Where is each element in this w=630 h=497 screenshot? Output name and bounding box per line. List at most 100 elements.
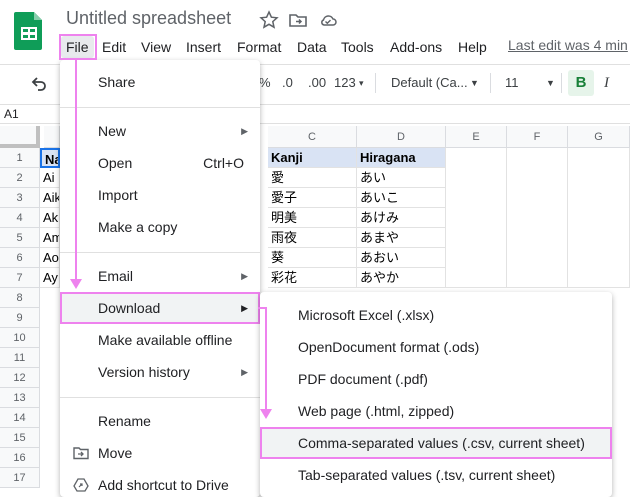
menu-item-add-shortcut[interactable]: Add shortcut to Drive bbox=[60, 469, 260, 497]
menu-item-open[interactable]: Open Ctrl+O bbox=[60, 147, 260, 179]
empty-cells[interactable] bbox=[507, 148, 568, 288]
menu-view[interactable]: View bbox=[136, 36, 176, 58]
menu-item-label: Open bbox=[98, 155, 133, 171]
row-header[interactable]: 15 bbox=[0, 428, 40, 448]
font-family-select[interactable]: Default (Ca... bbox=[391, 65, 468, 101]
menu-tools[interactable]: Tools bbox=[336, 36, 379, 58]
empty-cells[interactable] bbox=[446, 148, 507, 288]
font-dropdown-icon[interactable]: ▼ bbox=[470, 65, 479, 101]
row-header[interactable]: 4 bbox=[0, 208, 40, 228]
menu-item-share[interactable]: Share bbox=[60, 66, 260, 98]
column-header-d[interactable]: D bbox=[357, 126, 446, 148]
name-box[interactable]: A1 bbox=[4, 107, 19, 121]
bold-button[interactable]: B bbox=[568, 70, 594, 96]
cell[interactable]: Ai bbox=[40, 168, 60, 188]
row-header[interactable]: 16 bbox=[0, 448, 40, 468]
row-header[interactable]: 14 bbox=[0, 408, 40, 428]
cell[interactable]: Hiragana bbox=[357, 148, 446, 168]
undo-icon[interactable] bbox=[30, 74, 48, 92]
row-header[interactable]: 8 bbox=[0, 288, 40, 308]
cell[interactable]: 葵 bbox=[268, 248, 357, 268]
star-icon[interactable] bbox=[259, 10, 279, 30]
menu-item-offline[interactable]: Make available offline bbox=[60, 324, 260, 356]
column-header-g[interactable]: G bbox=[568, 126, 630, 148]
row-header[interactable]: 13 bbox=[0, 388, 40, 408]
format-percent-button[interactable]: % bbox=[259, 65, 271, 101]
cell[interactable]: あおい bbox=[357, 248, 446, 268]
row-header[interactable]: 1 bbox=[0, 148, 40, 168]
menu-file[interactable]: File bbox=[61, 36, 94, 58]
row-header[interactable]: 11 bbox=[0, 348, 40, 368]
menu-data[interactable]: Data bbox=[292, 36, 332, 58]
menu-item-label: Version history bbox=[98, 364, 190, 380]
menu-divider bbox=[60, 252, 260, 253]
menu-edit[interactable]: Edit bbox=[97, 36, 131, 58]
download-ods[interactable]: OpenDocument format (.ods) bbox=[260, 331, 612, 363]
row-header[interactable]: 3 bbox=[0, 188, 40, 208]
menu-item-label: Make available offline bbox=[98, 332, 233, 348]
row-header[interactable]: 9 bbox=[0, 308, 40, 328]
font-size-dropdown-icon[interactable]: ▼ bbox=[546, 65, 555, 101]
download-csv[interactable]: Comma-separated values (.csv, current sh… bbox=[260, 427, 612, 459]
cell[interactable]: 彩花 bbox=[268, 268, 357, 288]
download-pdf[interactable]: PDF document (.pdf) bbox=[260, 363, 612, 395]
select-all-corner[interactable] bbox=[0, 126, 40, 148]
menu-insert[interactable]: Insert bbox=[181, 36, 226, 58]
row-header[interactable]: 5 bbox=[0, 228, 40, 248]
increase-decimal-button[interactable]: .00 bbox=[308, 65, 326, 101]
menu-addons[interactable]: Add-ons bbox=[385, 36, 447, 58]
column-header-a[interactable] bbox=[44, 126, 60, 148]
menu-item-move[interactable]: Move bbox=[60, 437, 260, 469]
download-html[interactable]: Web page (.html, zipped) bbox=[260, 395, 612, 427]
document-title[interactable]: Untitled spreadsheet bbox=[66, 8, 231, 29]
menu-item-version-history[interactable]: Version history ▶ bbox=[60, 356, 260, 388]
cell[interactable]: あやか bbox=[357, 268, 446, 288]
menu-item-rename[interactable]: Rename bbox=[60, 405, 260, 437]
row-header[interactable]: 17 bbox=[0, 468, 40, 488]
file-menu: Share New ▶ Open Ctrl+O Import Make a copy… bbox=[60, 60, 260, 497]
empty-cells[interactable] bbox=[568, 148, 630, 288]
menu-help[interactable]: Help bbox=[453, 36, 492, 58]
italic-button[interactable]: I bbox=[604, 65, 609, 101]
row-header[interactable]: 7 bbox=[0, 268, 40, 288]
menu-item-import[interactable]: Import bbox=[60, 179, 260, 211]
cell[interactable]: Aik bbox=[40, 188, 60, 208]
cell[interactable]: Ao bbox=[40, 248, 60, 268]
cloud-saved-icon[interactable] bbox=[318, 10, 338, 30]
download-xlsx[interactable]: Microsoft Excel (.xlsx) bbox=[260, 299, 612, 331]
cell[interactable]: Am bbox=[40, 228, 60, 248]
move-folder-icon[interactable] bbox=[288, 10, 308, 30]
menu-item-email[interactable]: Email ▶ bbox=[60, 260, 260, 292]
row-header[interactable]: 10 bbox=[0, 328, 40, 348]
cell-a1[interactable]: Na bbox=[40, 148, 60, 168]
cell[interactable]: 雨夜 bbox=[268, 228, 357, 248]
more-formats-button[interactable]: 123 bbox=[334, 65, 356, 101]
column-header-c[interactable]: C bbox=[268, 126, 357, 148]
decrease-decimal-button[interactable]: .0 bbox=[282, 65, 293, 101]
menu-format[interactable]: Format bbox=[232, 36, 286, 58]
row-header[interactable]: 6 bbox=[0, 248, 40, 268]
cell[interactable]: あまや bbox=[357, 228, 446, 248]
cell[interactable]: 愛 bbox=[268, 168, 357, 188]
font-size-select[interactable]: 11 bbox=[505, 65, 519, 101]
menu-item-new[interactable]: New ▶ bbox=[60, 115, 260, 147]
download-tsv[interactable]: Tab-separated values (.tsv, current shee… bbox=[260, 459, 612, 491]
column-header-f[interactable]: F bbox=[507, 126, 568, 148]
cell[interactable]: 明美 bbox=[268, 208, 357, 228]
sheets-logo-icon[interactable] bbox=[14, 10, 44, 50]
cell[interactable]: Kanji bbox=[268, 148, 357, 168]
more-formats-dropdown-icon[interactable]: ▾ bbox=[359, 65, 364, 101]
cell[interactable]: あけみ bbox=[357, 208, 446, 228]
cell[interactable]: 愛子 bbox=[268, 188, 357, 208]
cell[interactable]: Ak bbox=[40, 208, 60, 228]
row-header[interactable]: 2 bbox=[0, 168, 40, 188]
column-header-e[interactable]: E bbox=[446, 126, 507, 148]
row-header[interactable]: 12 bbox=[0, 368, 40, 388]
cell[interactable]: あい bbox=[357, 168, 446, 188]
menu-item-label: Move bbox=[98, 445, 133, 461]
cell[interactable]: Ay bbox=[40, 268, 60, 288]
menu-item-make-copy[interactable]: Make a copy bbox=[60, 211, 260, 243]
last-edit-link[interactable]: Last edit was 4 min bbox=[508, 37, 628, 53]
menu-item-download[interactable]: Download ▶ bbox=[60, 292, 260, 324]
cell[interactable]: あいこ bbox=[357, 188, 446, 208]
